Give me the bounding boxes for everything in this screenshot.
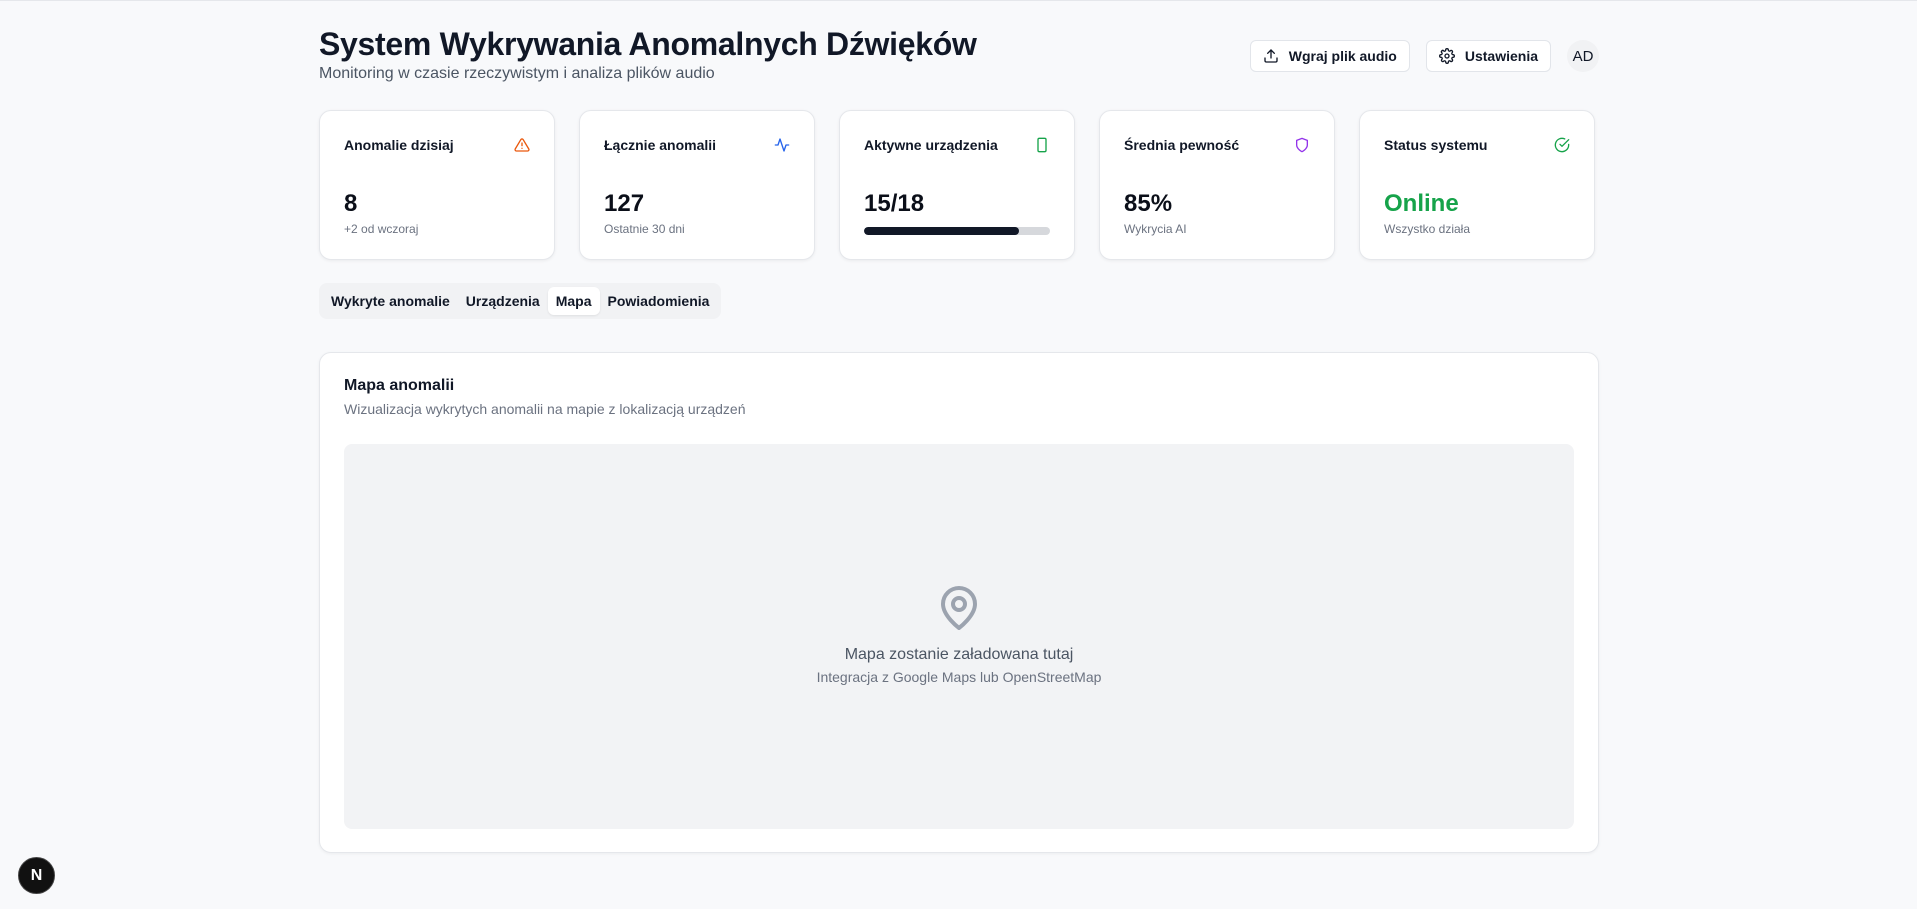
stat-label: Aktywne urządzenia [864, 137, 998, 153]
nextjs-icon[interactable]: N [18, 857, 55, 894]
map-panel: Mapa anomalii Wizualizacja wykrytych ano… [319, 352, 1599, 853]
stat-card-anomalies-today: Anomalie dzisiaj 8 +2 od wczoraj [319, 110, 555, 260]
stat-subtext: Wszystko działa [1384, 222, 1471, 236]
stat-label: Status systemu [1384, 137, 1488, 153]
stat-value: 127 [604, 190, 645, 217]
stat-value: Online [1384, 190, 1459, 217]
map-panel-title: Mapa anomalii [344, 377, 455, 394]
stat-card-system-status: Status systemu Online Wszystko działa [1359, 110, 1595, 260]
stat-value: 85% [1124, 190, 1173, 217]
page-title: System Wykrywania Anomalnych Dźwięków [319, 26, 977, 62]
map-panel-description: Wizualizacja wykrytych anomalii na mapie… [344, 401, 746, 417]
stat-label: Anomalie dzisiaj [344, 137, 454, 153]
stat-subtext: Wykrycia AI [1124, 222, 1187, 236]
stat-label: Średnia pewność [1124, 137, 1240, 153]
settings-label: Ustawienia [1464, 48, 1538, 64]
shield-icon [1294, 137, 1310, 153]
tab-devices[interactable]: Urządzenia [458, 287, 548, 315]
page-header: System Wykrywania Anomalnych Dźwięków Mo… [319, 0, 1599, 100]
map-placeholder[interactable]: Mapa zostanie załadowana tutaj Integracj… [344, 444, 1574, 829]
stat-card-active-devices: Aktywne urządzenia 15/18 [839, 110, 1075, 260]
devices-progress-bar [864, 227, 1050, 235]
activity-icon [774, 137, 790, 153]
tab-list: Wykryte anomalie Urządzenia Mapa Powiado… [319, 283, 722, 319]
upload-audio-button[interactable]: Wgraj plik audio [1249, 40, 1410, 72]
check-circle-icon [1554, 137, 1570, 153]
stats-row: Anomalie dzisiaj 8 +2 od wczoraj Łącznie… [319, 110, 1599, 260]
stat-subtext: +2 od wczoraj [344, 222, 419, 236]
alert-triangle-icon [514, 137, 530, 153]
map-placeholder-title: Mapa zostanie załadowana tutaj [844, 646, 1074, 663]
tab-notifications[interactable]: Powiadomienia [600, 287, 718, 315]
upload-audio-label: Wgraj plik audio [1288, 48, 1397, 64]
tab-detected-anomalies[interactable]: Wykryte anomalie [323, 287, 458, 315]
stat-label: Łącznie anomalii [604, 137, 717, 153]
gear-icon [1438, 48, 1455, 64]
avatar[interactable]: AD [1567, 40, 1599, 72]
stat-card-total-anomalies: Łącznie anomalii 127 Ostatnie 30 dni [579, 110, 815, 260]
settings-button[interactable]: Ustawienia [1425, 40, 1551, 72]
upload-icon [1263, 48, 1279, 64]
stat-subtext: Ostatnie 30 dni [604, 222, 685, 236]
stat-card-average-confidence: Średnia pewność 85% Wykrycia AI [1099, 110, 1335, 260]
map-placeholder-content: Mapa zostanie załadowana tutaj Integracj… [344, 584, 1574, 685]
map-placeholder-subtitle: Integracja z Google Maps lub OpenStreetM… [816, 669, 1102, 685]
dashboard: System Wykrywania Anomalnych Dźwięków Mo… [319, 0, 1599, 853]
map-pin-icon [941, 586, 977, 630]
stat-value: 8 [344, 190, 358, 217]
tab-map[interactable]: Mapa [547, 287, 600, 315]
stat-value: 15/18 [864, 190, 925, 217]
header-actions: Wgraj plik audio Ustawienia AD [1249, 40, 1599, 72]
page-subtitle: Monitoring w czasie rzeczywistym i anali… [319, 65, 715, 82]
smartphone-icon [1034, 137, 1050, 153]
devices-progress-fill [864, 227, 1019, 235]
